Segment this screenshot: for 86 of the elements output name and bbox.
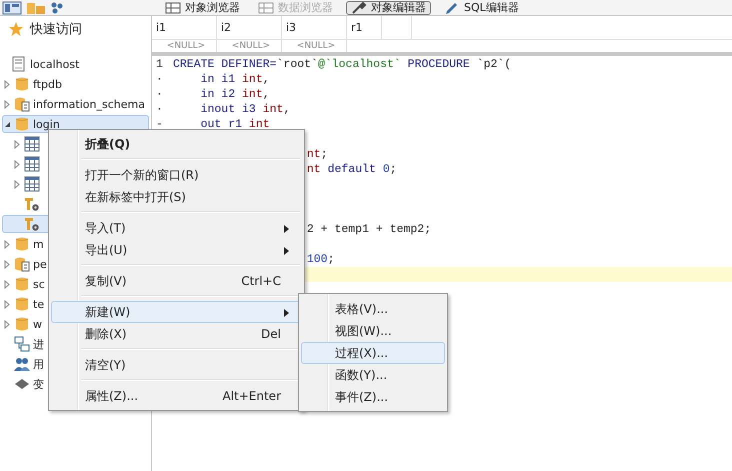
tree-item[interactable]: 变 bbox=[2, 375, 49, 393]
star-icon bbox=[8, 21, 24, 37]
database-icon bbox=[14, 296, 30, 312]
layout-icon bbox=[2, 0, 22, 14]
code-line: nt default 0; bbox=[306, 163, 397, 176]
collapsed-arrow-icon bbox=[4, 240, 10, 248]
menu-item[interactable]: 过程(X)... bbox=[301, 342, 445, 364]
line-number: 1 bbox=[156, 58, 163, 71]
tree-item[interactable]: 用 bbox=[2, 355, 49, 373]
line-number: - bbox=[156, 118, 163, 131]
menu-item[interactable]: 导出(U) bbox=[51, 239, 302, 261]
table-cell: <NULL> bbox=[282, 40, 347, 52]
code-line: nt; bbox=[306, 148, 328, 161]
code-line: in i1 int, bbox=[200, 73, 270, 86]
tree-item[interactable]: information_schema bbox=[2, 95, 150, 113]
database-document-icon bbox=[14, 256, 30, 272]
collapsed-arrow-icon bbox=[4, 280, 10, 288]
tree-item[interactable]: 进 bbox=[2, 335, 49, 353]
menu-item[interactable]: 复制(V) Ctrl+C bbox=[51, 270, 302, 292]
line-number: · bbox=[156, 88, 163, 101]
menu-item[interactable]: 清空(Y) bbox=[51, 354, 302, 376]
menu-item[interactable]: 导入(T) bbox=[51, 217, 302, 239]
network-icon bbox=[14, 336, 30, 352]
submenu-arrow-icon bbox=[284, 309, 289, 317]
menu-item[interactable]: 表格(V)... bbox=[301, 298, 445, 320]
column-header[interactable]: i1 bbox=[152, 16, 217, 39]
procedure-gear-icon bbox=[24, 196, 40, 212]
collapsed-arrow-icon bbox=[4, 300, 10, 308]
database-icon bbox=[14, 76, 30, 92]
table-icon bbox=[24, 156, 40, 172]
folders-icon bbox=[26, 0, 46, 14]
pencil-icon bbox=[444, 0, 460, 14]
users-icon bbox=[14, 356, 30, 372]
code-line: out r1 int bbox=[200, 118, 270, 131]
line-number: · bbox=[156, 103, 163, 116]
menu-item[interactable]: 属性(Z)... Alt+Enter bbox=[51, 385, 302, 407]
menu-item[interactable]: 删除(X) Del bbox=[51, 323, 302, 345]
database-icon bbox=[14, 276, 30, 292]
menu-item[interactable]: 函数(Y)... bbox=[301, 364, 445, 386]
table-icon bbox=[24, 136, 40, 152]
tree-item[interactable]: m bbox=[2, 235, 49, 253]
menu-item[interactable]: 视图(W)... bbox=[301, 320, 445, 342]
wrench-icon bbox=[351, 0, 367, 14]
toolbar-button[interactable]: 对象浏览器 bbox=[160, 0, 245, 14]
code-line: in i2 int, bbox=[200, 88, 270, 101]
column-header[interactable]: i3 bbox=[282, 16, 347, 39]
collapsed-arrow-icon bbox=[14, 140, 20, 148]
tree-item[interactable]: w bbox=[2, 315, 48, 333]
diamond-icon bbox=[14, 376, 30, 392]
code-line: 2 + temp1 + temp2; bbox=[306, 223, 432, 236]
collapsed-arrow-icon bbox=[14, 160, 20, 168]
line-number: · bbox=[156, 73, 163, 86]
toolbar-button[interactable]: SQL编辑器 bbox=[439, 0, 524, 14]
menu-item[interactable]: 在新标签中打开(S) bbox=[51, 186, 302, 208]
procedure-gear-icon bbox=[24, 216, 40, 232]
code-line: inout i3 int, bbox=[200, 103, 290, 116]
toolbar-button[interactable]: 对象编辑器 bbox=[346, 0, 431, 14]
submenu-arrow-icon bbox=[284, 247, 289, 255]
tree-label[interactable]: localhost bbox=[30, 58, 80, 70]
collapsed-arrow-icon bbox=[4, 100, 10, 108]
tree-item[interactable]: ftpdb bbox=[2, 75, 67, 93]
table-cell: <NULL> bbox=[217, 40, 282, 52]
database-icon bbox=[14, 316, 30, 332]
tree-item[interactable]: pe bbox=[2, 255, 52, 273]
collapsed-arrow-icon bbox=[4, 320, 10, 328]
submenu-arrow-icon bbox=[284, 225, 289, 233]
table-icon bbox=[24, 176, 40, 192]
database-icon bbox=[14, 116, 30, 132]
database-document-icon bbox=[14, 96, 30, 112]
column-header[interactable]: i2 bbox=[217, 16, 282, 39]
collapsed-arrow-icon bbox=[4, 80, 10, 88]
menu-item[interactable]: 打开一个新的窗口(R) bbox=[51, 164, 302, 186]
tree-item[interactable]: sc bbox=[2, 275, 50, 293]
server-icon bbox=[11, 56, 27, 72]
collapsed-arrow-icon bbox=[14, 180, 20, 188]
collapsed-arrow-icon bbox=[4, 260, 10, 268]
quick-access-label[interactable]: 快速访问 bbox=[30, 20, 82, 38]
menu-item[interactable]: 折叠(Q) bbox=[51, 133, 302, 155]
database-icon bbox=[14, 236, 30, 252]
expanded-arrow-icon bbox=[4, 120, 10, 128]
menu-item[interactable]: 事件(Z)... bbox=[301, 386, 445, 408]
column-header[interactable]: r1 bbox=[347, 16, 382, 39]
table-cell: <NULL> bbox=[152, 40, 217, 52]
code-line: 100; bbox=[306, 253, 334, 266]
code-line: CREATE DEFINER=`root`@`localhost` PROCEDURE `p2`( bbox=[173, 58, 512, 71]
tree-item[interactable]: te bbox=[2, 295, 50, 313]
